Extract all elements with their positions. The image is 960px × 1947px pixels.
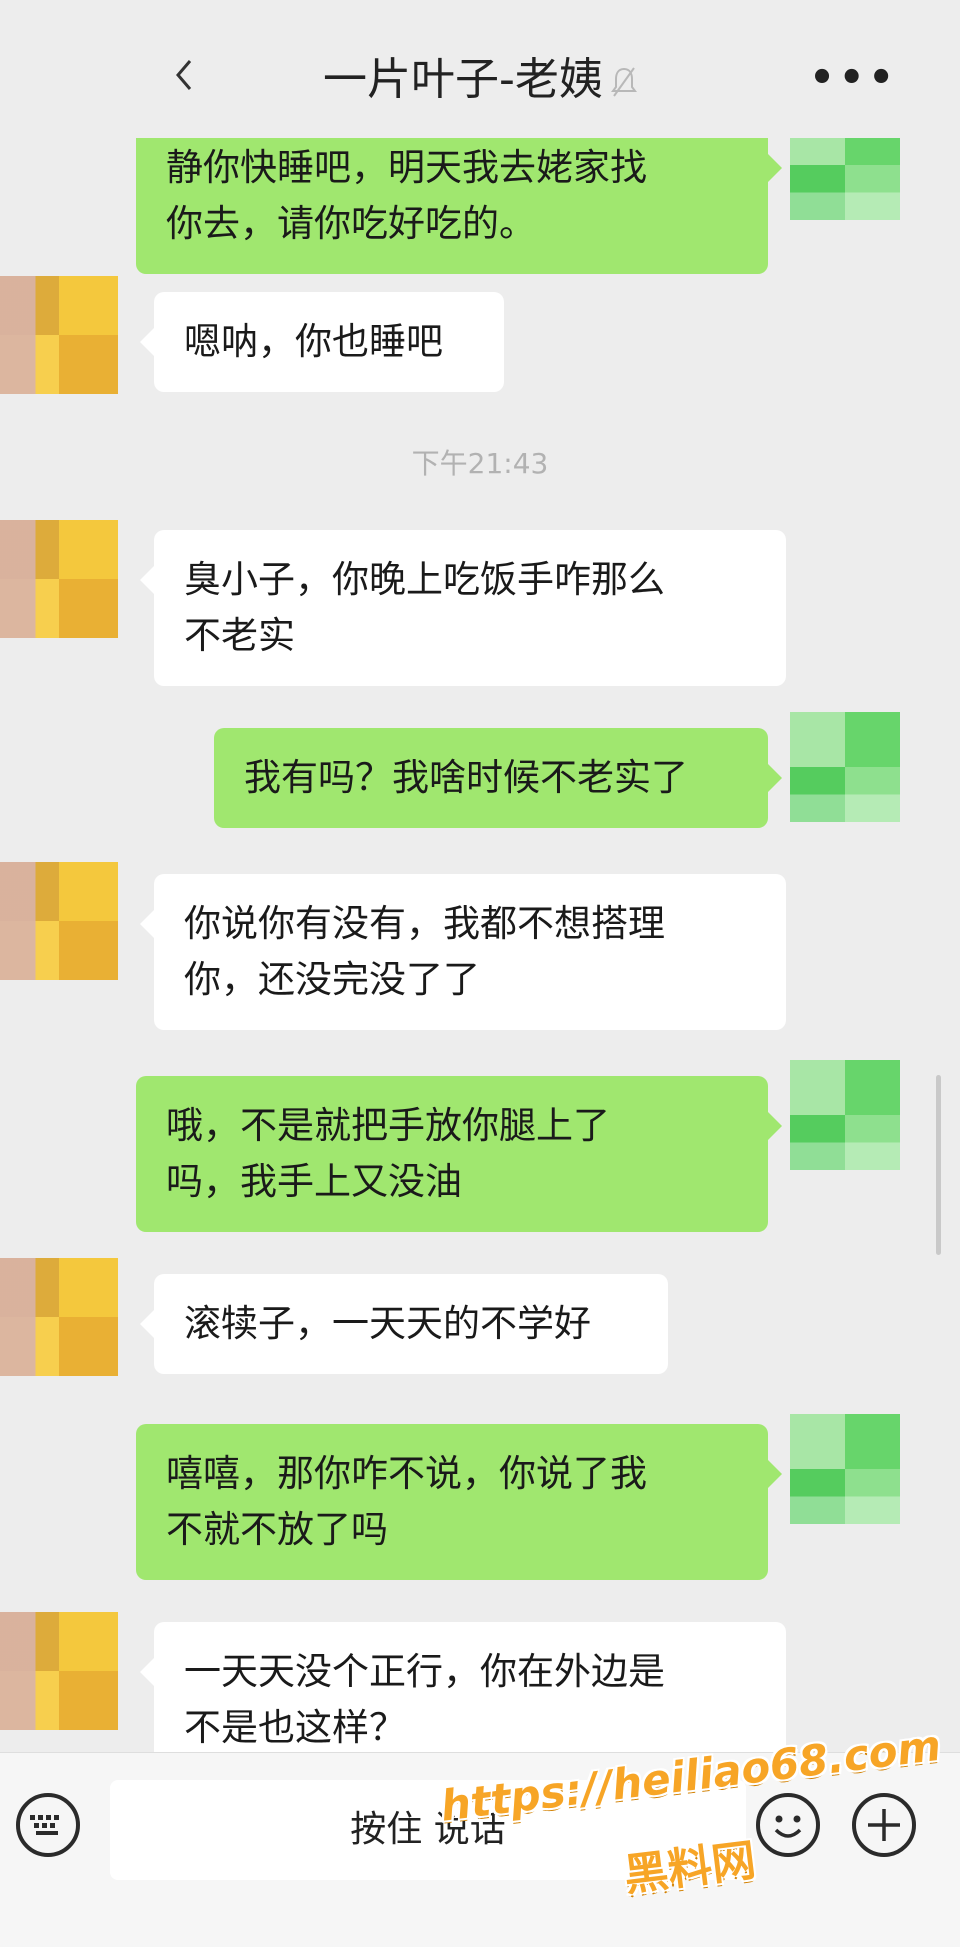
keyboard-toggle-button[interactable] xyxy=(16,1793,80,1857)
more-actions-button[interactable] xyxy=(852,1793,916,1857)
chat-header: 一片叶子-老姨 ••• xyxy=(0,0,960,138)
more-options-icon[interactable]: ••• xyxy=(809,58,898,98)
scrollbar[interactable] xyxy=(936,1075,941,1255)
message-text: 滚犊子，一天天的不学好 xyxy=(184,1302,591,1345)
message-text: 你说你有没有，我都不想搭理 xyxy=(184,902,665,945)
message-bubble-outgoing[interactable]: 我有吗？我啥时候不老实了 xyxy=(214,728,782,828)
contact-avatar[interactable] xyxy=(0,276,118,394)
my-avatar[interactable] xyxy=(790,1414,900,1524)
bell-muted-icon xyxy=(610,67,637,97)
message-bubble-incoming[interactable]: 一天天没个正行，你在外边是 不是也这样？ xyxy=(140,1622,786,1752)
message-text: 臭小子，你晚上吃饭手咋那么 xyxy=(184,558,665,601)
message-text: 不是也这样？ xyxy=(184,1706,406,1749)
message-bubble-incoming[interactable]: 臭小子，你晚上吃饭手咋那么 不老实 xyxy=(140,530,786,686)
chat-history[interactable]: 静你快睡吧，明天我去姥家找 你去，请你吃好吃的。 嗯呐，你也睡吧 下午21:43… xyxy=(0,0,960,1752)
message-text: 我有吗？我啥时候不老实了 xyxy=(244,756,688,799)
message-text: 静你快睡吧，明天我去姥家找 xyxy=(166,146,647,189)
contact-avatar[interactable] xyxy=(0,862,118,980)
my-avatar[interactable] xyxy=(790,1060,900,1170)
message-bubble-outgoing[interactable]: 静你快睡吧，明天我去姥家找 你去，请你吃好吃的。 xyxy=(136,118,782,274)
message-text: 嗯呐，你也睡吧 xyxy=(184,320,443,363)
message-text: 你，还没完没了了 xyxy=(184,958,480,1001)
message-text: 嘻嘻，那你咋不说，你说了我 xyxy=(166,1452,647,1495)
message-text: 不就不放了吗 xyxy=(166,1508,388,1551)
message-text: 你去，请你吃好吃的。 xyxy=(166,202,536,245)
message-bubble-outgoing[interactable]: 哦，不是就把手放你腿上了 吗，我手上又没油 xyxy=(136,1076,782,1232)
emoji-button[interactable] xyxy=(756,1793,820,1857)
message-text: 一天天没个正行，你在外边是 xyxy=(184,1650,665,1693)
contact-name: 一片叶子-老姨 xyxy=(323,54,603,105)
message-bubble-incoming[interactable]: 嗯呐，你也睡吧 xyxy=(140,292,504,392)
message-text: 不老实 xyxy=(184,614,295,657)
message-timestamp: 下午21:43 xyxy=(411,447,549,480)
message-text: 哦，不是就把手放你腿上了 xyxy=(166,1104,610,1147)
plus-icon xyxy=(868,1809,900,1841)
contact-avatar[interactable] xyxy=(0,1258,118,1376)
contact-avatar[interactable] xyxy=(0,520,118,638)
smiley-icon xyxy=(774,1815,802,1838)
message-bubble-outgoing[interactable]: 嘻嘻，那你咋不说，你说了我 不就不放了吗 xyxy=(136,1424,782,1580)
message-bubble-incoming[interactable]: 你说你有没有，我都不想搭理 你，还没完没了了 xyxy=(140,874,786,1030)
contact-avatar[interactable] xyxy=(0,1612,118,1730)
keyboard-icon xyxy=(30,1815,59,1835)
message-text: 吗，我手上又没油 xyxy=(166,1160,462,1203)
my-avatar[interactable] xyxy=(790,712,900,822)
message-bubble-incoming[interactable]: 滚犊子，一天天的不学好 xyxy=(140,1274,668,1374)
